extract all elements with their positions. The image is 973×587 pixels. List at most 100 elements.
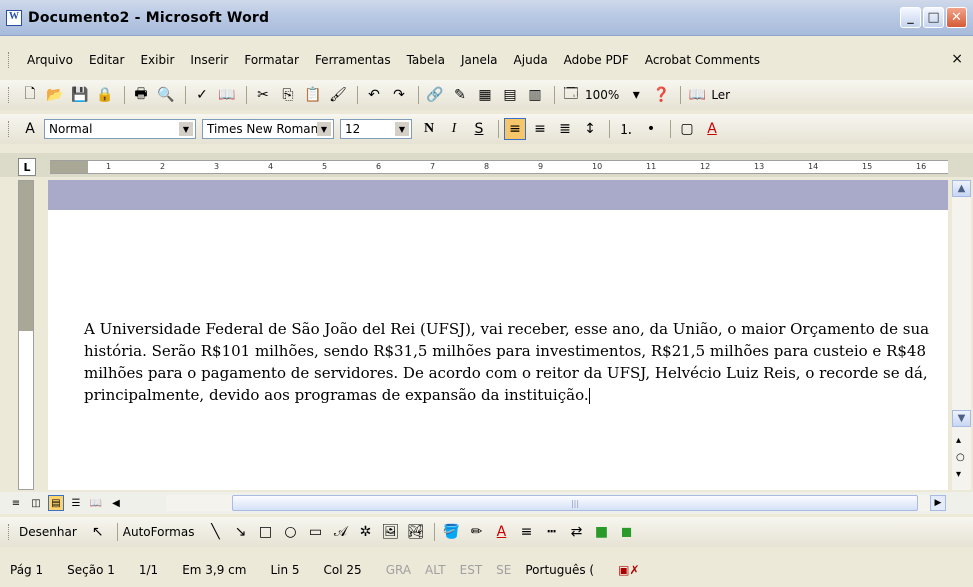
hyperlink-icon[interactable]: 🔗 <box>424 84 446 106</box>
print-layout-icon[interactable]: ▤ <box>48 495 64 511</box>
align-center-icon[interactable]: ≡ <box>529 118 551 140</box>
status-track-changes[interactable]: ALT <box>425 563 446 577</box>
web-layout-icon[interactable]: ◫ <box>28 495 44 511</box>
reading-view-icon[interactable]: 📖 <box>88 495 104 511</box>
outline-view-icon[interactable]: ☰ <box>68 495 84 511</box>
tables-borders-icon[interactable]: ✎ <box>449 84 471 106</box>
line-spacing-icon[interactable]: ↕ <box>579 118 601 140</box>
bold-button[interactable]: N <box>418 118 440 140</box>
normal-view-icon[interactable]: ≡ <box>8 495 24 511</box>
chevron-down-icon[interactable]: ▼ <box>179 122 193 136</box>
style-select[interactable]: Normal ▼ <box>44 119 196 139</box>
font-size-select[interactable]: 12 ▼ <box>340 119 412 139</box>
underline-button[interactable]: S <box>468 118 490 140</box>
insert-excel-icon[interactable]: ▤ <box>499 84 521 106</box>
copy-icon[interactable]: ⎘ <box>277 84 299 106</box>
read-icon[interactable]: 📖 <box>686 84 708 106</box>
justify-icon[interactable]: ≣ <box>554 118 576 140</box>
scroll-down-button[interactable]: ▼ <box>952 410 971 427</box>
autoshapes-menu-button[interactable]: AutoFormas <box>123 525 195 539</box>
italic-button[interactable]: I <box>443 118 465 140</box>
research-icon[interactable]: 📖 <box>216 84 238 106</box>
font-color-drawing-icon[interactable]: A <box>490 521 512 543</box>
toolbar-grip[interactable] <box>8 524 11 540</box>
font-color-icon[interactable]: A <box>701 118 723 140</box>
format-painter-icon[interactable]: 🖌 <box>327 84 349 106</box>
status-extend[interactable]: EST <box>460 563 483 577</box>
align-left-icon[interactable]: ≡ <box>504 118 526 140</box>
line-color-icon[interactable]: ✏ <box>465 521 487 543</box>
wordart-icon[interactable]: 𝒜 <box>329 521 351 543</box>
scroll-left-button[interactable]: ◀ <box>108 495 124 511</box>
tab-selector-icon[interactable]: L <box>18 158 36 176</box>
menu-adobe-pdf[interactable]: Adobe PDF <box>556 53 637 67</box>
spelling-icon[interactable]: ✓ <box>191 84 213 106</box>
save-icon[interactable]: 💾 <box>69 84 91 106</box>
shadow-style-icon[interactable]: ■ <box>590 521 612 543</box>
redo-icon[interactable]: ↷ <box>388 84 410 106</box>
borders-icon[interactable]: ▢ <box>676 118 698 140</box>
browse-object-icon[interactable]: ○ <box>956 452 965 463</box>
paste-icon[interactable]: 📋 <box>302 84 324 106</box>
menu-inserir[interactable]: Inserir <box>182 53 236 67</box>
draw-menu-button[interactable]: Desenhar <box>19 525 77 539</box>
help-icon[interactable]: ❓ <box>650 84 672 106</box>
columns-icon[interactable]: ▥ <box>524 84 546 106</box>
menu-tabela[interactable]: Tabela <box>399 53 453 67</box>
print-preview-icon[interactable]: 🔍 <box>155 84 177 106</box>
arrow-tool-icon[interactable]: ↘ <box>229 521 251 543</box>
vertical-scrollbar[interactable]: ▲ ▼ ▴ ○ ▾ <box>952 180 971 490</box>
new-document-icon[interactable]: 🗋 <box>19 84 41 106</box>
close-button[interactable]: ✕ <box>946 7 967 28</box>
print-icon[interactable]: 🖶 <box>130 84 152 106</box>
open-folder-icon[interactable]: 📂 <box>44 84 66 106</box>
toolbar-grip[interactable] <box>8 121 11 137</box>
spelling-status-icon[interactable]: ▣✗ <box>618 563 639 577</box>
word-app-icon[interactable] <box>6 9 22 26</box>
bullets-icon[interactable]: • <box>640 118 662 140</box>
arrow-style-icon[interactable]: ⇄ <box>565 521 587 543</box>
previous-page-icon[interactable]: ▴ <box>956 435 961 446</box>
menu-exibir[interactable]: Exibir <box>132 53 182 67</box>
close-document-button[interactable]: × <box>951 51 963 67</box>
oval-tool-icon[interactable]: ○ <box>279 521 301 543</box>
chevron-down-icon[interactable]: ▼ <box>317 122 331 136</box>
menu-editar[interactable]: Editar <box>81 53 133 67</box>
menu-arquivo[interactable]: Arquivo <box>19 53 81 67</box>
scroll-right-button[interactable]: ▶ <box>930 495 946 511</box>
menu-grip[interactable] <box>8 52 11 68</box>
diagram-icon[interactable]: ✲ <box>354 521 376 543</box>
status-overtype[interactable]: SE <box>496 563 511 577</box>
dash-style-icon[interactable]: ┅ <box>540 521 562 543</box>
maximize-button[interactable]: □ <box>923 7 944 28</box>
next-page-icon[interactable]: ▾ <box>956 469 961 480</box>
minimize-button[interactable]: _ <box>900 7 921 28</box>
document-body[interactable]: A Universidade Federal de São João del R… <box>84 318 944 406</box>
read-button-label[interactable]: Ler <box>711 88 730 102</box>
scroll-up-button[interactable]: ▲ <box>952 180 971 197</box>
cut-icon[interactable]: ✂ <box>252 84 274 106</box>
insert-table-icon[interactable]: ▦ <box>474 84 496 106</box>
zoom-dropdown-icon[interactable]: ▾ <box>625 84 647 106</box>
fill-color-icon[interactable]: 🪣 <box>440 521 462 543</box>
3d-style-icon[interactable]: ◼ <box>615 521 637 543</box>
horizontal-scroll-thumb[interactable]: ||| <box>232 495 918 511</box>
zoom-level[interactable]: 100% <box>585 88 619 102</box>
font-select[interactable]: Times New Roman ▼ <box>202 119 334 139</box>
horizontal-scrollbar[interactable]: ||| ▶ <box>166 495 946 511</box>
numbering-icon[interactable]: ⒈ <box>615 118 637 140</box>
vertical-ruler[interactable] <box>18 180 34 490</box>
menu-ajuda[interactable]: Ajuda <box>506 53 556 67</box>
clip-art-icon[interactable]: 🖼 <box>379 521 401 543</box>
horizontal-ruler[interactable]: 1 2 3 4 5 6 7 8 9 10 11 12 13 14 15 16 <box>50 160 948 174</box>
permission-icon[interactable]: 🔒 <box>94 84 116 106</box>
select-objects-icon[interactable]: ↖ <box>87 521 109 543</box>
document-map-icon[interactable]: 🗔 <box>560 84 582 106</box>
rectangle-tool-icon[interactable]: □ <box>254 521 276 543</box>
chevron-down-icon[interactable]: ▼ <box>395 122 409 136</box>
styles-formatting-icon[interactable]: A <box>19 118 41 140</box>
text-box-icon[interactable]: ▭ <box>304 521 326 543</box>
menu-ferramentas[interactable]: Ferramentas <box>307 53 399 67</box>
toolbar-grip[interactable] <box>8 87 11 103</box>
undo-icon[interactable]: ↶ <box>363 84 385 106</box>
